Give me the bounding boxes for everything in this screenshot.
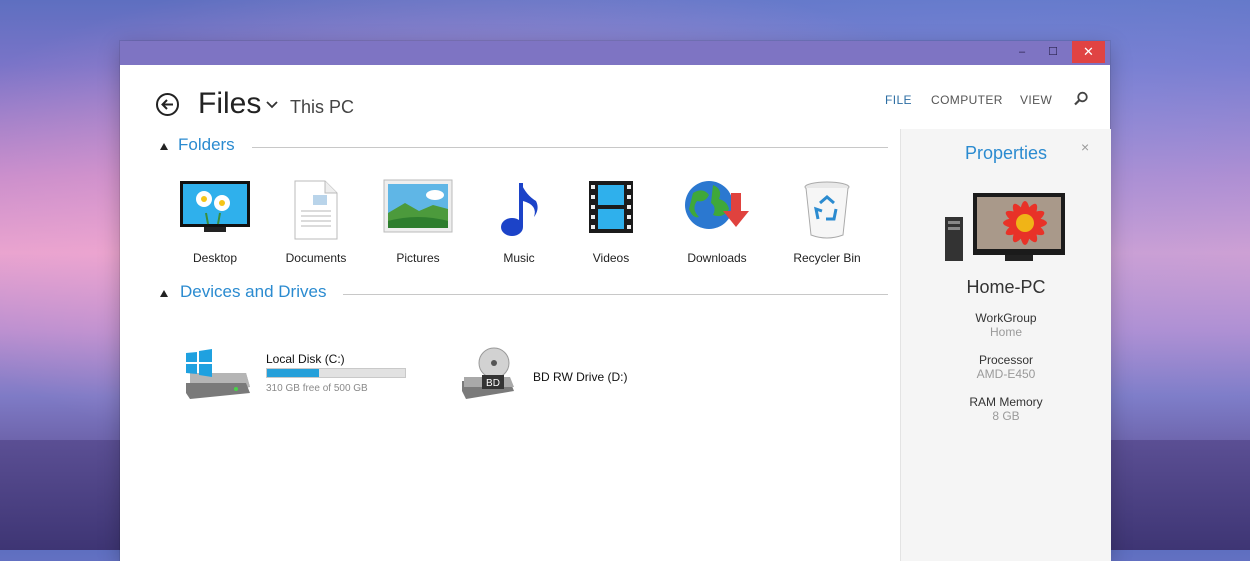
menu-file[interactable]: FILE <box>885 93 912 107</box>
properties-title: Properties <box>964 143 1048 163</box>
documents-icon <box>271 179 361 243</box>
pictures-icon <box>373 179 463 243</box>
workgroup-label: WorkGroup <box>975 311 1037 325</box>
ram-label: RAM Memory <box>969 395 1043 409</box>
videos-icon <box>566 179 656 243</box>
drive-free-space: 310 GB free of 500 GB <box>266 383 368 394</box>
title-bar[interactable]: – ☐ ✕ <box>120 41 1110 65</box>
maximize-button[interactable]: ☐ <box>1038 41 1068 63</box>
minimize-button[interactable]: – <box>1007 41 1037 63</box>
files-window: – ☐ ✕ Files This PC FILE COMPUTER VIEW F… <box>120 41 1111 561</box>
folder-label: Videos <box>592 251 630 265</box>
close-icon[interactable]: × <box>1081 139 1089 155</box>
desktop-icon <box>170 179 260 243</box>
search-icon[interactable] <box>1073 91 1089 107</box>
drive-usage-bar <box>266 368 406 378</box>
folder-label: Downloads <box>687 251 747 265</box>
folder-label: Pictures <box>396 251 440 265</box>
folder-videos[interactable]: Videos <box>566 173 656 273</box>
computer-icon <box>945 193 1065 261</box>
ram-value: 8 GB <box>992 409 1020 423</box>
processor-label: Processor <box>978 353 1034 367</box>
downloads-icon <box>672 179 762 243</box>
menu-computer[interactable]: COMPUTER <box>931 93 1003 107</box>
folder-label: Music <box>503 251 535 265</box>
collapse-triangle-icon[interactable] <box>160 290 168 297</box>
folders-heading: Folders <box>178 135 235 154</box>
folder-music[interactable]: Music <box>474 173 564 273</box>
folder-pictures[interactable]: Pictures <box>373 173 463 273</box>
computer-name: Home-PC <box>966 277 1046 297</box>
close-button[interactable]: ✕ <box>1072 41 1105 63</box>
folder-label: Recycler Bin <box>793 251 861 265</box>
folder-desktop[interactable]: Desktop <box>170 173 260 273</box>
back-arrow-icon[interactable] <box>156 93 179 116</box>
processor-value: AMD-E450 <box>976 367 1036 381</box>
drive-name: BD RW Drive (D:) <box>533 370 628 384</box>
bd-badge: BD <box>486 378 500 389</box>
folder-label: Documents <box>285 251 347 265</box>
music-icon <box>474 179 564 243</box>
drive-name: Local Disk (C:) <box>266 352 345 366</box>
properties-panel: Properties × Home-PC WorkGroup Home Proc… <box>900 129 1111 561</box>
folder-label: Desktop <box>192 251 238 265</box>
drive-usage-fill <box>267 369 320 377</box>
drive-local-disk-c[interactable]: Local Disk (C:) 310 GB free of 500 GB <box>180 341 440 405</box>
menu-view[interactable]: VIEW <box>1020 93 1052 107</box>
recycle-bin-icon <box>782 179 872 243</box>
folder-recycle-bin[interactable]: Recycler Bin <box>782 173 872 273</box>
chevron-down-icon[interactable] <box>266 101 278 109</box>
drive-bd-rw-d[interactable]: BD BD RW Drive (D:) <box>455 341 655 405</box>
windows-drive-icon <box>186 349 250 399</box>
folder-downloads[interactable]: Downloads <box>672 173 762 273</box>
devices-section-header[interactable]: Devices and Drives <box>160 282 888 306</box>
folders-section-header[interactable]: Folders <box>160 135 888 159</box>
app-title: Files <box>198 87 262 120</box>
bd-drive-icon: BD <box>462 347 514 399</box>
divider <box>343 294 888 295</box>
devices-heading: Devices and Drives <box>180 282 327 301</box>
workgroup-value: Home <box>989 325 1022 339</box>
collapse-triangle-icon[interactable] <box>160 143 168 150</box>
divider <box>252 147 888 148</box>
location-breadcrumb[interactable]: This PC <box>290 97 354 118</box>
folder-documents[interactable]: Documents <box>271 173 361 273</box>
